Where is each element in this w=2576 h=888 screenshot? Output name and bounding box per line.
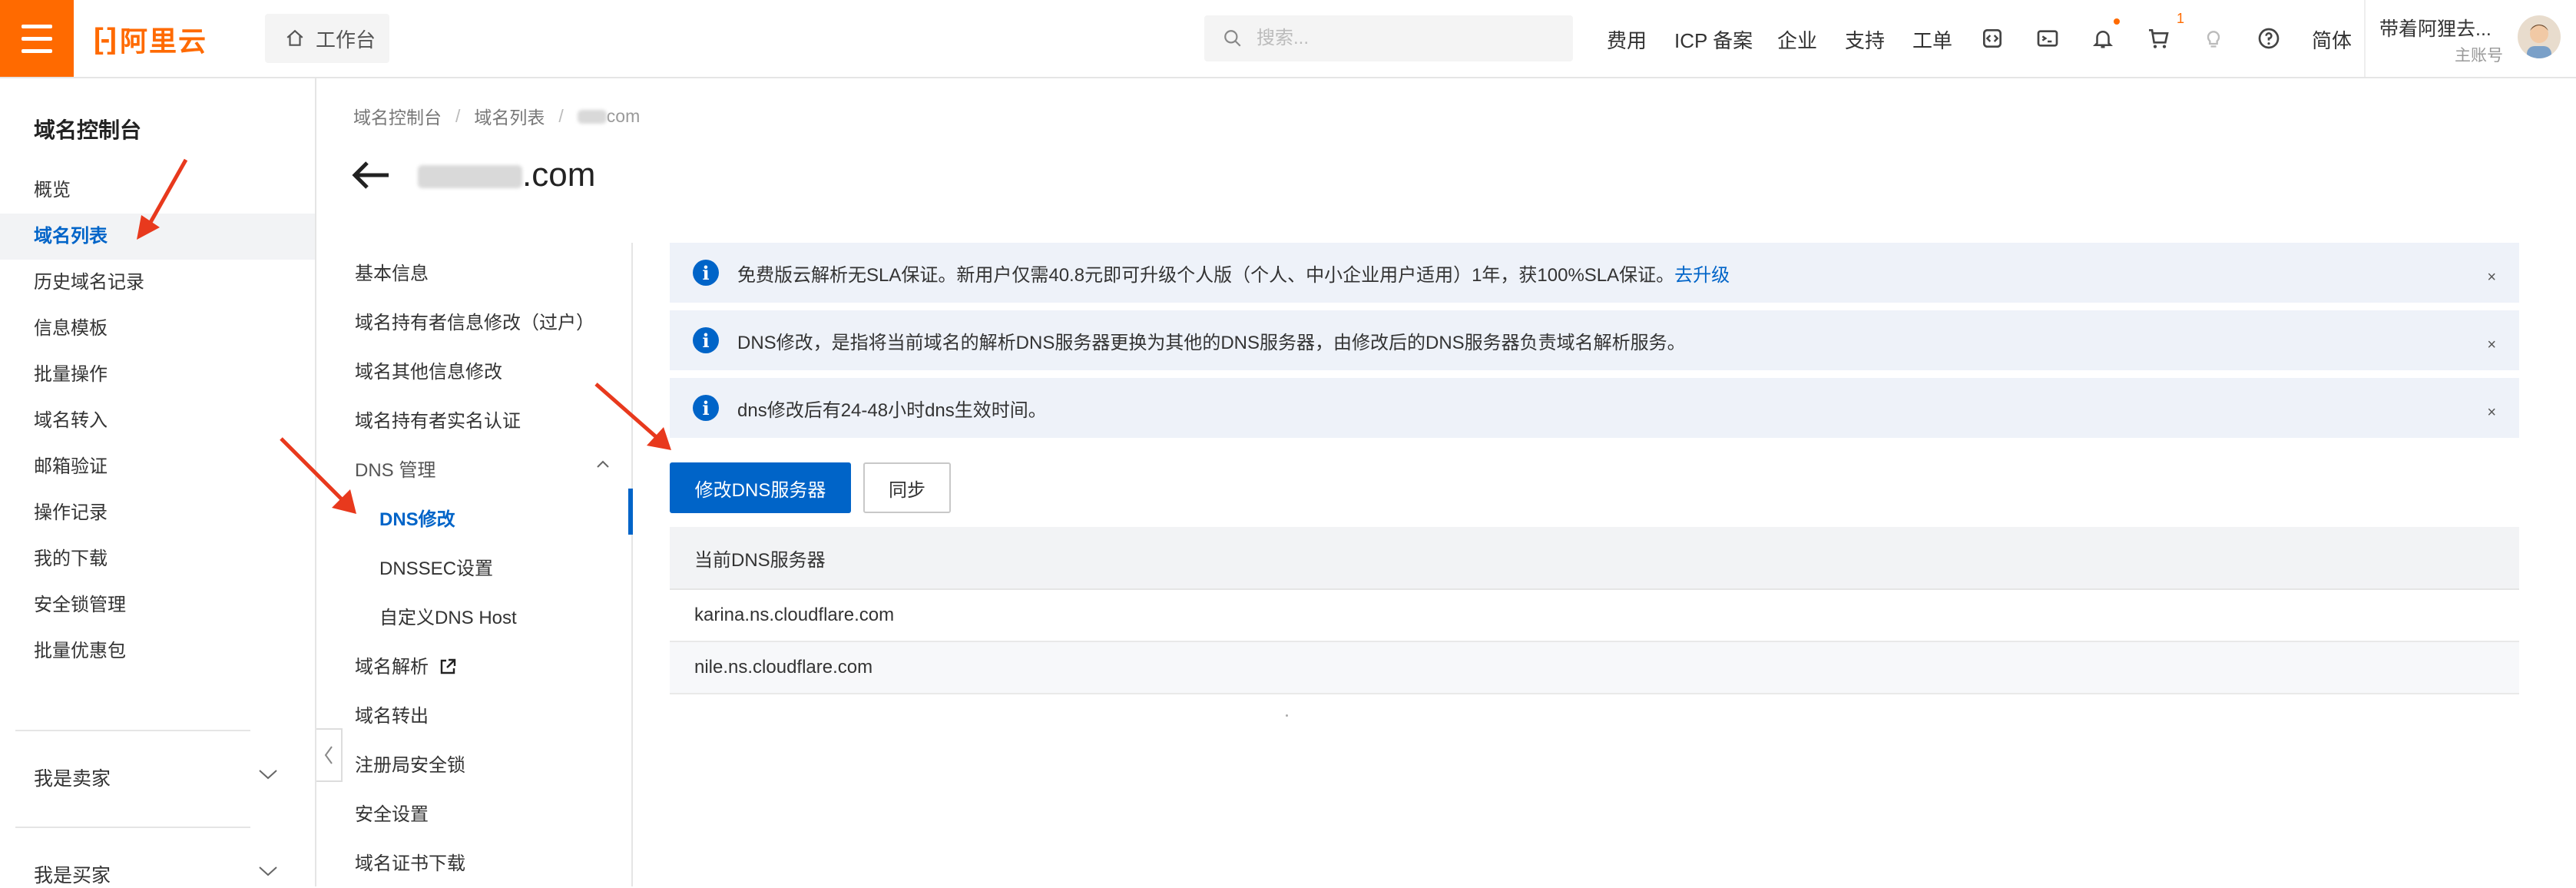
search-box[interactable] — [1204, 15, 1573, 61]
subnav-active-indicator — [628, 489, 633, 535]
search-input[interactable] — [1255, 27, 1550, 50]
redacted-text — [418, 165, 522, 189]
sidebar-divider — [15, 730, 250, 731]
sidebar-group-buyer[interactable]: 我是买家 — [34, 860, 111, 888]
subnav-certificate-download[interactable]: 域名证书下载 — [355, 848, 465, 875]
bell-icon[interactable] — [2088, 23, 2118, 54]
sidebar-item-security-lock[interactable]: 安全锁管理 — [0, 582, 315, 628]
sidebar-item-history[interactable]: 历史域名记录 — [0, 260, 315, 306]
alert-message: 免费版云解析无SLA保证。新用户仅需40.8元即可升级个人版（个人、中小企业用户… — [737, 264, 1730, 286]
home-icon — [286, 29, 303, 46]
page-title: .com — [418, 156, 595, 194]
cart-icon[interactable] — [2143, 23, 2174, 54]
sidebar-item-transfer-in[interactable]: 域名转入 — [0, 398, 315, 444]
chevron-down-icon[interactable] — [258, 768, 278, 780]
breadcrumb-current: com — [577, 106, 640, 127]
stray-dot — [1286, 714, 1288, 717]
alert-dns-time: i dns修改后有24-48小时dns生效时间。 × — [670, 378, 2519, 438]
aliyun-logo-mark: [-] — [94, 22, 117, 55]
info-icon: i — [693, 395, 719, 421]
external-link-icon — [440, 658, 455, 674]
back-arrow-icon[interactable] — [350, 160, 390, 191]
terminal-icon[interactable] — [2032, 23, 2063, 54]
page-header: .com — [350, 151, 595, 200]
modify-dns-button[interactable]: 修改DNS服务器 — [670, 462, 851, 513]
alert-dns-info: i DNS修改，是指将当前域名的解析DNS服务器更换为其他的DNS服务器，由修改… — [670, 310, 2519, 370]
menu-icon[interactable] — [0, 0, 74, 77]
redacted-text — [577, 110, 607, 124]
cart-badge: 1 — [2177, 11, 2185, 26]
sidebar: 域名控制台 概览 域名列表 历史域名记录 信息模板 批量操作 域名转入 邮箱验证… — [0, 78, 316, 886]
domain-detail-nav: 基本信息 域名持有者信息修改（过户） 域名其他信息修改 域名持有者实名认证 DN… — [315, 243, 633, 886]
nav-link-support[interactable]: 支持 — [1845, 25, 1885, 54]
avatar[interactable] — [2518, 15, 2561, 58]
code-icon[interactable] — [1977, 23, 2008, 54]
alert-sla: i 免费版云解析无SLA保证。新用户仅需40.8元即可升级个人版（个人、中小企业… — [670, 243, 2519, 303]
breadcrumb-domain-console[interactable]: 域名控制台 — [353, 103, 442, 129]
subnav-basic-info[interactable]: 基本信息 — [355, 258, 429, 285]
workbench-button[interactable]: 工作台 — [265, 14, 389, 63]
aliyun-logo[interactable]: [-] 阿里云 — [94, 22, 207, 58]
subnav-custom-dns-host[interactable]: 自定义DNS Host — [379, 602, 517, 629]
sync-button[interactable]: 同步 — [863, 462, 951, 513]
table-row: nile.ns.cloudflare.com — [670, 642, 2519, 694]
aliyun-logo-text: 阿里云 — [119, 25, 207, 57]
alert-message: dns修改后有24-48小时dns生效时间。 — [737, 399, 1047, 421]
breadcrumb-separator: / — [558, 105, 564, 126]
search-icon — [1224, 30, 1241, 47]
sidebar-divider — [15, 827, 250, 828]
breadcrumb: 域名控制台 / 域名列表 / com — [353, 103, 640, 129]
lightbulb-icon[interactable] — [2198, 23, 2229, 54]
top-bar: [-] 阿里云 工作台 费用 ICP 备案 企业 支持 工单 1 简体 带着阿狸… — [0, 0, 2576, 78]
sidebar-item-overview[interactable]: 概览 — [0, 167, 315, 214]
sidebar-title: 域名控制台 — [34, 118, 142, 142]
subnav-dns-modify[interactable]: DNS修改 — [379, 504, 455, 531]
sidebar-item-email-verify[interactable]: 邮箱验证 — [0, 444, 315, 490]
close-icon[interactable]: × — [2487, 404, 2496, 422]
subnav-owner-change[interactable]: 域名持有者信息修改（过户） — [355, 307, 594, 334]
subnav-dns-resolve[interactable]: 域名解析 — [355, 651, 457, 678]
help-icon[interactable] — [2253, 23, 2284, 54]
bell-badge — [2114, 18, 2120, 25]
info-icon: i — [693, 327, 719, 353]
breadcrumb-separator: / — [455, 105, 461, 126]
subnav-security-settings[interactable]: 安全设置 — [355, 799, 429, 826]
sidebar-item-downloads[interactable]: 我的下载 — [0, 536, 315, 582]
subnav-dns-resolve-label: 域名解析 — [355, 657, 429, 678]
close-icon[interactable]: × — [2487, 269, 2496, 287]
table-row: karina.ns.cloudflare.com — [670, 590, 2519, 642]
chevron-down-icon[interactable] — [258, 865, 278, 877]
subnav-registry-lock[interactable]: 注册局安全锁 — [355, 750, 465, 777]
sidebar-item-domain-list[interactable]: 域名列表 — [0, 214, 315, 260]
chevron-up-icon[interactable] — [596, 459, 610, 469]
sidebar-item-discount-pack[interactable]: 批量优惠包 — [0, 628, 315, 674]
workbench-label: 工作台 — [316, 28, 376, 51]
nav-link-enterprise[interactable]: 企业 — [1777, 25, 1817, 54]
subnav-other-info[interactable]: 域名其他信息修改 — [355, 356, 502, 383]
topbar-divider — [2364, 0, 2366, 77]
close-icon[interactable]: × — [2487, 336, 2496, 354]
nav-link-fees[interactable]: 费用 — [1607, 25, 1647, 54]
info-icon: i — [693, 260, 719, 286]
subnav-dns-management[interactable]: DNS 管理 — [355, 455, 435, 482]
alert-message: DNS修改，是指将当前域名的解析DNS服务器更换为其他的DNS服务器，由修改后的… — [737, 332, 1686, 353]
sidebar-group-seller[interactable]: 我是卖家 — [34, 764, 111, 791]
subnav-transfer-out[interactable]: 域名转出 — [355, 701, 429, 727]
account-name[interactable]: 带着阿狸去... — [2379, 14, 2492, 41]
dns-server-table: 当前DNS服务器 karina.ns.cloudflare.com nile.n… — [670, 527, 2519, 694]
subnav-dnssec[interactable]: DNSSEC设置 — [379, 553, 493, 580]
upgrade-link[interactable]: 去升级 — [1674, 265, 1730, 286]
subnav-owner-verify[interactable]: 域名持有者实名认证 — [355, 406, 521, 432]
table-header: 当前DNS服务器 — [670, 527, 2519, 590]
sidebar-item-templates[interactable]: 信息模板 — [0, 306, 315, 352]
sidebar-item-batch[interactable]: 批量操作 — [0, 352, 315, 398]
account-role: 主账号 — [2455, 47, 2503, 65]
sidebar-item-op-log[interactable]: 操作记录 — [0, 490, 315, 536]
nav-link-ticket[interactable]: 工单 — [1912, 25, 1952, 54]
nav-link-icp[interactable]: ICP 备案 — [1674, 25, 1753, 54]
language-switch[interactable]: 简体 — [2312, 25, 2352, 54]
breadcrumb-domain-list[interactable]: 域名列表 — [474, 103, 545, 129]
